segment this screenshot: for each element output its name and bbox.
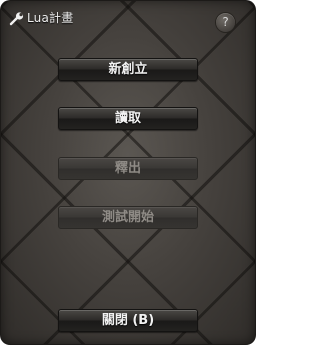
start-test-button[interactable]: 測試開始	[58, 206, 198, 229]
dialog-titlebar: Lua計畫 ?	[0, 0, 256, 34]
dialog-title: Lua計畫	[27, 11, 74, 25]
close-button[interactable]: 關閉 (B)	[58, 309, 198, 332]
export-button[interactable]: 釋出	[58, 157, 198, 180]
help-button[interactable]: ?	[216, 13, 235, 32]
new-project-button[interactable]: 新創立	[58, 58, 198, 81]
wrench-icon	[9, 11, 25, 26]
lua-project-dialog: Lua計畫 ? 新創立 讀取 釋出 測試開始 關閉 (B)	[0, 0, 256, 345]
load-project-button[interactable]: 讀取	[58, 107, 198, 130]
